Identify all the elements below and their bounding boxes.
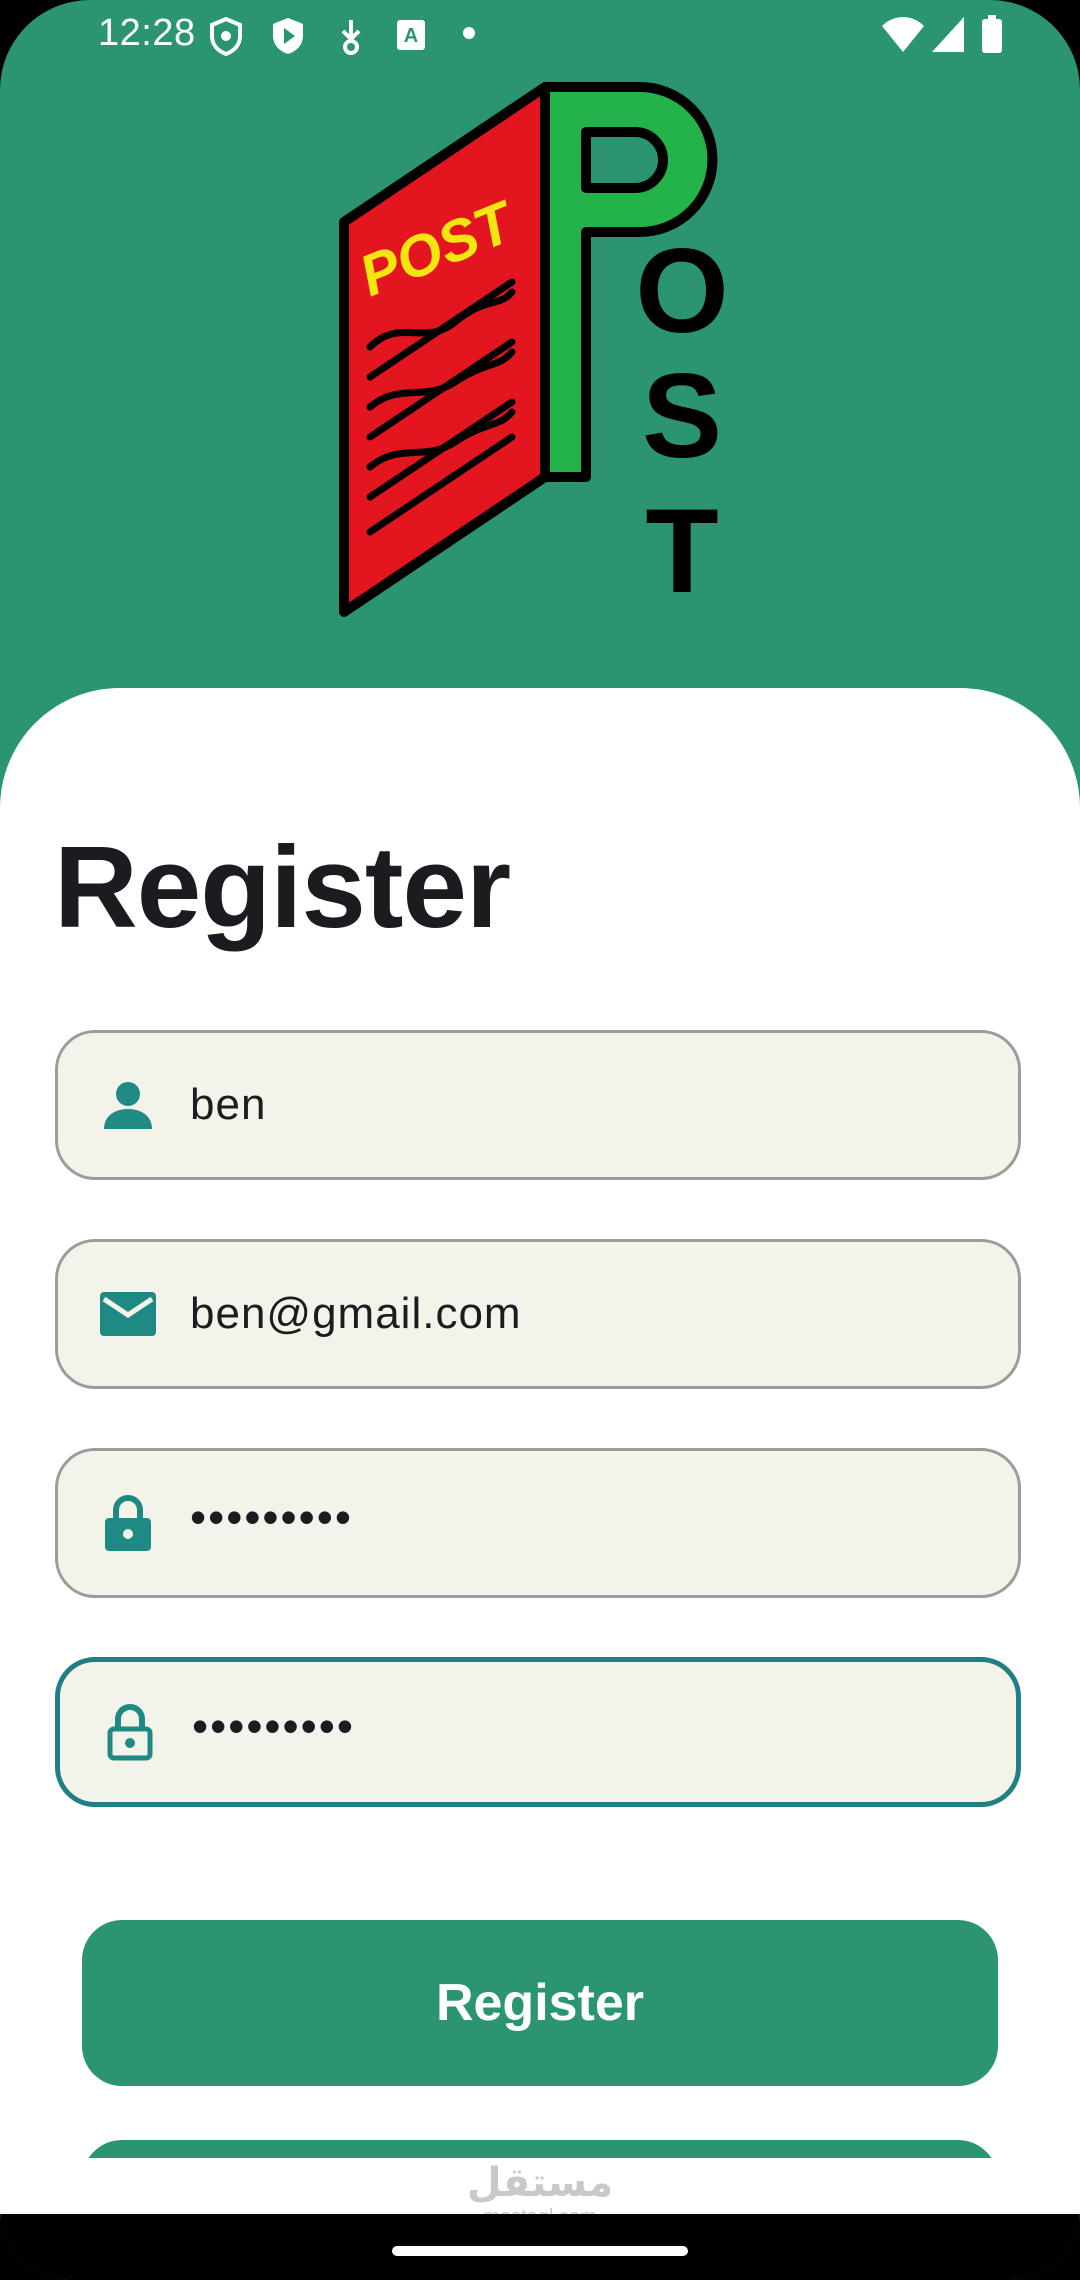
logo-letter-t: T <box>645 484 718 618</box>
status-time: 12:28 <box>98 12 196 54</box>
battery-icon <box>982 15 1002 53</box>
password-field[interactable]: ••••••••• <box>55 1448 1021 1598</box>
download-icon <box>341 20 361 55</box>
page-title: Register <box>54 822 511 952</box>
dot-icon <box>463 27 475 39</box>
logo-letter-o: O <box>635 224 728 358</box>
person-icon <box>98 1075 158 1135</box>
register-button[interactable]: Register <box>82 1920 998 2086</box>
email-field[interactable]: ben@gmail.com <box>55 1239 1021 1389</box>
email-value: ben@gmail.com <box>190 1289 522 1338</box>
wifi-icon <box>882 17 924 52</box>
status-bar: 12:28 A <box>0 0 1080 70</box>
username-value: ben <box>190 1080 267 1129</box>
confirm-password-field[interactable]: ••••••••• <box>55 1657 1021 1807</box>
app-screen: 12:28 A POST O S T Register ben ben@gmai… <box>0 0 1080 2280</box>
shield-icon <box>210 16 242 56</box>
svg-text:A: A <box>404 25 418 47</box>
username-field[interactable]: ben <box>55 1030 1021 1180</box>
gesture-handle[interactable] <box>392 2246 688 2256</box>
password-value: ••••••••• <box>190 1491 353 1544</box>
confirm-password-value: ••••••••• <box>192 1700 355 1753</box>
play-protect-icon <box>273 18 303 54</box>
post-logo: POST O S T <box>339 82 729 618</box>
signal-icon <box>932 17 964 52</box>
lock-icon <box>98 1493 158 1553</box>
email-icon <box>98 1284 158 1344</box>
watermark-arabic: مستقل <box>466 2161 614 2205</box>
keyboard-a-icon: A <box>397 20 425 50</box>
lock-outline-icon <box>100 1702 160 1762</box>
logo-letter-s: S <box>642 349 722 483</box>
